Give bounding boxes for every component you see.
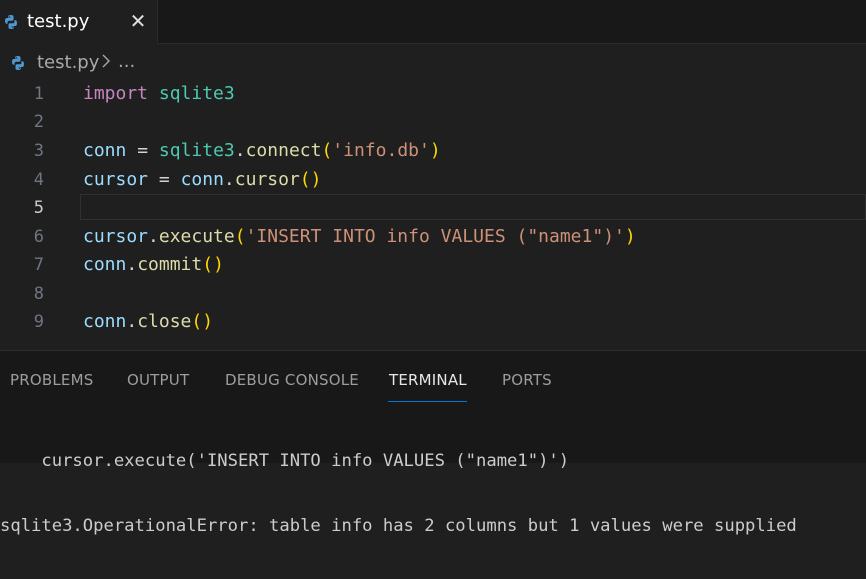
chevron-right-icon bbox=[102, 54, 110, 68]
tab-output[interactable]: OUTPUT bbox=[127, 371, 189, 389]
code-line[interactable]: 2 bbox=[0, 108, 866, 136]
line-number: 2 bbox=[33, 112, 44, 132]
code-line-current[interactable]: 5 bbox=[0, 194, 866, 222]
line-number: 4 bbox=[33, 170, 44, 190]
tab-label[interactable]: test.py bbox=[27, 11, 89, 32]
code-text: conn.commit() bbox=[83, 254, 224, 275]
active-tab-indicator bbox=[388, 401, 467, 402]
terminal-output[interactable]: cursor.execute('INSERT INTO info VALUES … bbox=[0, 409, 866, 579]
tab-terminal[interactable]: TERMINAL bbox=[389, 371, 467, 389]
code-line[interactable]: 1 import sqlite3 bbox=[0, 80, 866, 108]
code-text: conn.close() bbox=[83, 311, 214, 332]
tab-ports[interactable]: PORTS bbox=[502, 371, 552, 389]
breadcrumb-ellipsis[interactable]: ... bbox=[118, 51, 135, 72]
code-text: cursor = conn.cursor() bbox=[83, 169, 322, 190]
line-number: 8 bbox=[33, 284, 44, 304]
line-number: 1 bbox=[33, 84, 44, 104]
python-icon bbox=[12, 56, 24, 70]
code-line[interactable]: 8 bbox=[0, 280, 866, 308]
tab-debug-console[interactable]: DEBUG CONSOLE bbox=[225, 371, 359, 389]
code-editor[interactable]: 1 import sqlite3 2 3 conn = sqlite3.conn… bbox=[0, 80, 866, 350]
terminal-line: cursor.execute('INSERT INTO info VALUES … bbox=[0, 451, 570, 471]
editor-tab-bar: test.py ✕ bbox=[0, 0, 866, 44]
current-line-highlight bbox=[80, 194, 866, 220]
line-number: 3 bbox=[33, 141, 44, 161]
code-text: cursor.execute('INSERT INTO info VALUES … bbox=[83, 226, 636, 247]
line-number: 9 bbox=[33, 312, 44, 332]
code-line[interactable]: 9 conn.close() bbox=[0, 308, 866, 336]
code-line[interactable]: 3 conn = sqlite3.connect('info.db') bbox=[0, 137, 866, 165]
tab-problems[interactable]: PROBLEMS bbox=[10, 371, 93, 389]
code-line[interactable]: 7 conn.commit() bbox=[0, 251, 866, 279]
code-text: conn = sqlite3.connect('info.db') bbox=[83, 140, 441, 161]
terminal-line: sqlite3.OperationalError: table info has… bbox=[0, 516, 797, 536]
code-line[interactable]: 6 cursor.execute('INSERT INTO info VALUE… bbox=[0, 223, 866, 251]
breadcrumb: test.py ... bbox=[0, 48, 866, 78]
code-line[interactable]: 4 cursor = conn.cursor() bbox=[0, 166, 866, 194]
python-icon bbox=[5, 15, 17, 29]
code-text: import sqlite3 bbox=[83, 83, 235, 104]
bottom-panel: PROBLEMS OUTPUT DEBUG CONSOLE TERMINAL P… bbox=[0, 350, 866, 536]
line-number: 5 bbox=[33, 198, 44, 218]
line-number: 6 bbox=[33, 227, 44, 247]
tab-test-py[interactable]: test.py ✕ bbox=[0, 0, 158, 44]
breadcrumb-file[interactable]: test.py bbox=[37, 52, 99, 73]
close-icon[interactable]: ✕ bbox=[128, 9, 148, 33]
line-number: 7 bbox=[33, 255, 44, 275]
